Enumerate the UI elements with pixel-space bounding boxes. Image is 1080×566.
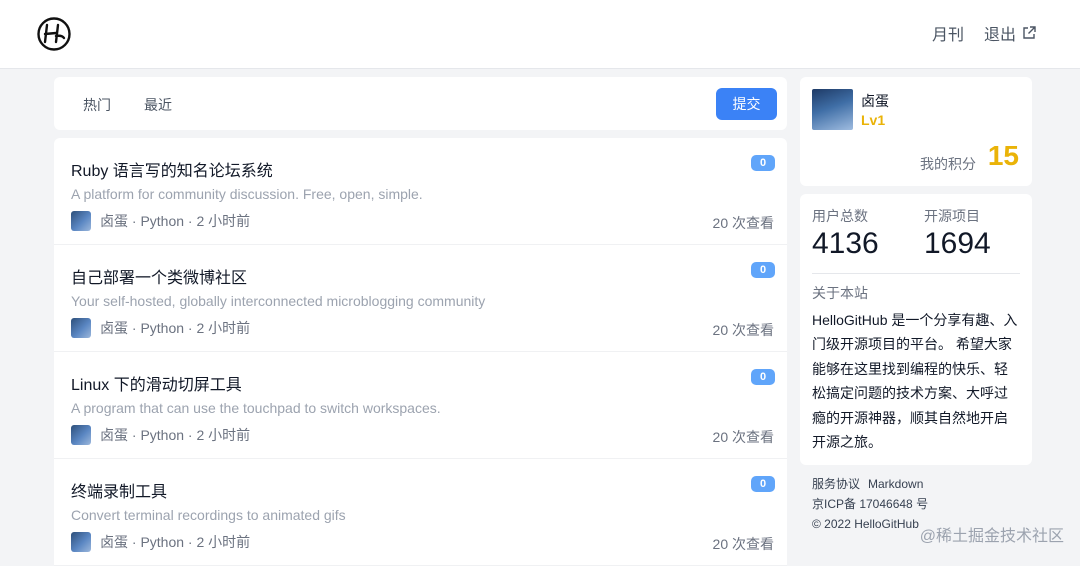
about-text: HelloGitHub 是一个分享有趣、入门级开源项目的平台。 希望大家能够在这… bbox=[812, 312, 1018, 451]
view-count: 20 次查看 bbox=[712, 322, 774, 338]
item-description: A platform for community discussion. Fre… bbox=[71, 186, 423, 202]
list-item[interactable]: 自己部署一个类微博社区 0 Your self-hosted, globally… bbox=[54, 245, 787, 352]
sidebar: 卤蛋 Lv1 我的积分 15 用户总数 4136 开源项目 1694 关于本站 … bbox=[800, 77, 1032, 465]
comment-count-badge: 0 bbox=[751, 262, 775, 278]
avatar[interactable] bbox=[812, 89, 853, 130]
nav-logout[interactable]: 退出 bbox=[984, 21, 1036, 45]
hellogithub-logo-icon[interactable] bbox=[36, 16, 72, 52]
user-level: Lv1 bbox=[861, 112, 886, 128]
list-item[interactable]: 终端录制工具 0 Convert terminal recordings to … bbox=[54, 459, 787, 566]
view-count: 20 次查看 bbox=[712, 215, 774, 231]
user-card: 卤蛋 Lv1 我的积分 15 bbox=[800, 77, 1032, 186]
top-navbar: 月刊 退出 bbox=[0, 0, 1080, 69]
markdown-link[interactable]: Markdown bbox=[868, 477, 923, 491]
nav-monthly[interactable]: 月刊 bbox=[932, 21, 964, 45]
view-count: 20 次查看 bbox=[712, 429, 774, 445]
terms-link[interactable]: 服务协议 bbox=[812, 477, 860, 491]
tab-hot[interactable]: 热门 bbox=[83, 95, 111, 115]
item-description: Your self-hosted, globally interconnecte… bbox=[71, 293, 486, 309]
nav-logout-label: 退出 bbox=[983, 27, 1016, 44]
projects-label: 开源项目 bbox=[924, 208, 980, 224]
item-description: A program that can use the touchpad to s… bbox=[71, 400, 441, 416]
item-meta: 卤蛋 · Python · 2 小时前 bbox=[71, 211, 250, 231]
avatar[interactable] bbox=[71, 532, 91, 552]
user-name[interactable]: 卤蛋 bbox=[861, 91, 889, 111]
users-total-value: 4136 bbox=[812, 227, 879, 260]
item-meta: 卤蛋 · Python · 2 小时前 bbox=[71, 425, 250, 445]
comment-count-badge: 0 bbox=[751, 369, 775, 385]
top-nav: 月刊 退出 bbox=[932, 21, 1036, 45]
footer-links: 服务协议 Markdown bbox=[812, 474, 931, 494]
about-label: 关于本站 bbox=[812, 285, 868, 301]
external-link-icon bbox=[1023, 26, 1036, 39]
comment-count-badge: 0 bbox=[751, 155, 775, 171]
comment-count-badge: 0 bbox=[751, 476, 775, 492]
item-meta-text: 卤蛋 · Python · 2 小时前 bbox=[100, 213, 251, 229]
list-item[interactable]: Ruby 语言写的知名论坛系统 0 A platform for communi… bbox=[54, 138, 787, 245]
avatar[interactable] bbox=[71, 211, 91, 231]
item-title[interactable]: 自己部署一个类微博社区 bbox=[71, 264, 247, 288]
site-footer: 服务协议 Markdown 京ICP备 17046648 号 © 2022 Hel… bbox=[812, 474, 931, 534]
list-item[interactable]: Linux 下的滑动切屏工具 0 A program that can use … bbox=[54, 352, 787, 459]
item-meta-text: 卤蛋 · Python · 2 小时前 bbox=[100, 427, 251, 443]
item-meta: 卤蛋 · Python · 2 小时前 bbox=[71, 318, 250, 338]
item-title[interactable]: Linux 下的滑动切屏工具 bbox=[71, 371, 242, 395]
users-total-label: 用户总数 bbox=[812, 208, 868, 224]
projects-value: 1694 bbox=[924, 227, 991, 260]
item-description: Convert terminal recordings to animated … bbox=[71, 507, 346, 523]
watermark: @稀土掘金技术社区 bbox=[919, 528, 1064, 545]
item-title[interactable]: Ruby 语言写的知名论坛系统 bbox=[71, 157, 273, 181]
item-meta-text: 卤蛋 · Python · 2 小时前 bbox=[100, 534, 251, 550]
item-meta-text: 卤蛋 · Python · 2 小时前 bbox=[100, 320, 251, 336]
divider bbox=[812, 273, 1020, 274]
item-meta: 卤蛋 · Python · 2 小时前 bbox=[71, 532, 250, 552]
avatar[interactable] bbox=[71, 425, 91, 445]
points-label: 我的积分 bbox=[920, 156, 976, 172]
site-stats-card: 用户总数 4136 开源项目 1694 关于本站 HelloGitHub 是一个… bbox=[800, 194, 1032, 465]
submit-button[interactable]: 提交 bbox=[716, 88, 777, 120]
item-title[interactable]: 终端录制工具 bbox=[71, 478, 167, 502]
icp-text[interactable]: 京ICP备 17046648 号 bbox=[812, 494, 931, 514]
tab-recent[interactable]: 最近 bbox=[144, 95, 172, 115]
points-value: 15 bbox=[987, 140, 1019, 171]
feed-tabs: 热门 最近 提交 bbox=[54, 77, 787, 130]
copyright-text: © 2022 HelloGitHub bbox=[812, 517, 919, 531]
main-column: 热门 最近 提交 Ruby 语言写的知名论坛系统 0 A platform fo… bbox=[54, 77, 787, 566]
avatar[interactable] bbox=[71, 318, 91, 338]
project-list: Ruby 语言写的知名论坛系统 0 A platform for communi… bbox=[54, 138, 787, 566]
view-count: 20 次查看 bbox=[712, 536, 774, 552]
